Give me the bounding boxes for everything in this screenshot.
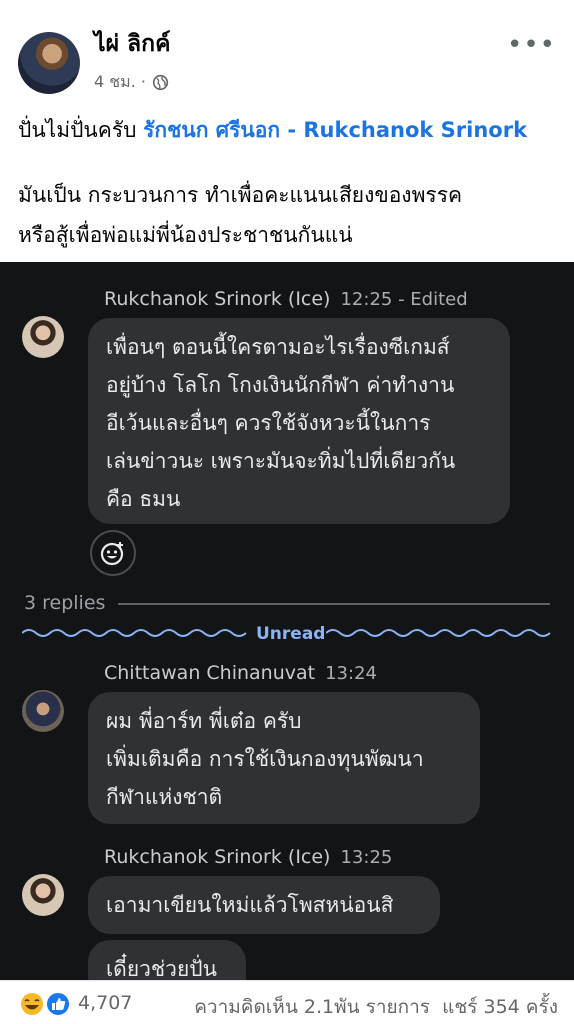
msg1-sender: Rukchanok Srinork (Ice): [104, 288, 331, 310]
post-footer: 4,707 ความคิดเห็น 2.1พัน รายการ แชร์ 354…: [0, 980, 574, 1024]
msg3-line: เดี๋ยวช่วยปั่น: [106, 957, 217, 980]
msg1-line: เพื่อนๆ ตอนนี้ใครตามอะไรเรื่องซีเกมส์: [106, 335, 450, 359]
replies-divider: [118, 603, 550, 605]
author-avatar[interactable]: [18, 32, 80, 94]
author-name[interactable]: ไผ่ ลิกค์: [94, 26, 170, 62]
globe-icon: [152, 74, 169, 91]
post-line-3: หรือสู้เพื่อพ่อแม่พี่น้องประชาชนกันแน่: [18, 223, 353, 247]
msg2-line: ผม พี่อาร์ท พี่เต๋อ ครับ: [106, 709, 302, 733]
msg3-bubble-2: เดี๋ยวช่วยปั่น: [88, 940, 246, 980]
msg2-avatar: [22, 690, 64, 732]
msg2-time: 13:24: [325, 663, 377, 684]
msg3-avatar: [22, 874, 64, 916]
unread-divider-left: [22, 629, 247, 637]
post-header: ไผ่ ลิกค์ 4 ชม. · •••: [0, 0, 574, 100]
post-line-2: มันเป็น กระบวนการ ทำเพื่อคะแนนเสียงของพร…: [18, 183, 463, 207]
mention-link[interactable]: รักชนก ศรีนอก - Rukchanok Srinork: [143, 118, 527, 142]
msg3-header: Rukchanok Srinork (Ice) 13:25: [104, 846, 392, 868]
msg1-avatar: [22, 316, 64, 358]
msg3-time: 13:25: [340, 847, 393, 868]
msg1-line: อยู่บ้าง โลโก โกงเงินนักกีฬา ค่าทำงาน: [106, 373, 455, 397]
engagement-stats: ความคิดเห็น 2.1พัน รายการ แชร์ 354 ครั้ง: [194, 992, 558, 1022]
msg2-line: เพิ่มเติมคือ การใช้เงินกองทุนพัฒนา: [106, 747, 424, 771]
msg3-line: เอามาเขียนใหม่แล้วโพสหน่อนสิ: [106, 893, 394, 917]
add-reaction-icon[interactable]: [90, 530, 136, 576]
replies-count[interactable]: 3 replies: [24, 592, 105, 614]
msg2-sender: Chittawan Chinanuvat: [104, 662, 316, 684]
msg1-header: Rukchanok Srinork (Ice) 12:25 - Edited: [104, 288, 468, 310]
msg2-header: Chittawan Chinanuvat 13:24: [104, 662, 377, 684]
chat-screenshot[interactable]: Rukchanok Srinork (Ice) 12:25 - Edited เพ…: [0, 262, 574, 980]
msg2-bubble: ผม พี่อาร์ท พี่เต๋อ ครับ เพิ่มเติมคือ กา…: [88, 692, 480, 824]
post-line-1: ปั่นไม่ปั่นครับ รักชนก ศรีนอก - Rukchano…: [18, 115, 563, 145]
more-options-icon[interactable]: •••: [507, 30, 556, 60]
comment-count[interactable]: ความคิดเห็น 2.1พัน รายการ: [194, 996, 430, 1018]
msg3-sender: Rukchanok Srinork (Ice): [104, 846, 331, 868]
msg1-line: คือ ธมน: [106, 487, 181, 511]
msg2-line: กีฬาแห่งชาติ: [106, 785, 223, 809]
msg1-line: เล่นข่าวนะ เพราะมันจะทิ่มไปที่เดียวกัน: [106, 449, 456, 473]
unread-divider-right: [326, 629, 551, 637]
msg1-line: อีเว้นและอื่นๆ ควรใช้จังหวะนี้ในการ: [106, 411, 431, 435]
unread-label: Unread: [256, 624, 326, 644]
msg3-bubble-1: เอามาเขียนใหม่แล้วโพสหน่อนสิ: [88, 876, 440, 934]
msg1-time: 12:25 - Edited: [340, 289, 468, 310]
haha-like-reaction-icon[interactable]: [18, 991, 74, 1017]
msg1-bubble: เพื่อนๆ ตอนนี้ใครตามอะไรเรื่องซีเกมส์ อย…: [88, 318, 510, 524]
share-count[interactable]: แชร์ 354 ครั้ง: [442, 996, 558, 1018]
reaction-count[interactable]: 4,707: [78, 992, 132, 1014]
post-meta: 4 ชม. ·: [94, 70, 169, 95]
post-time[interactable]: 4 ชม. ·: [94, 70, 146, 95]
post-text-prefix: ปั่นไม่ปั่นครับ: [18, 118, 144, 142]
